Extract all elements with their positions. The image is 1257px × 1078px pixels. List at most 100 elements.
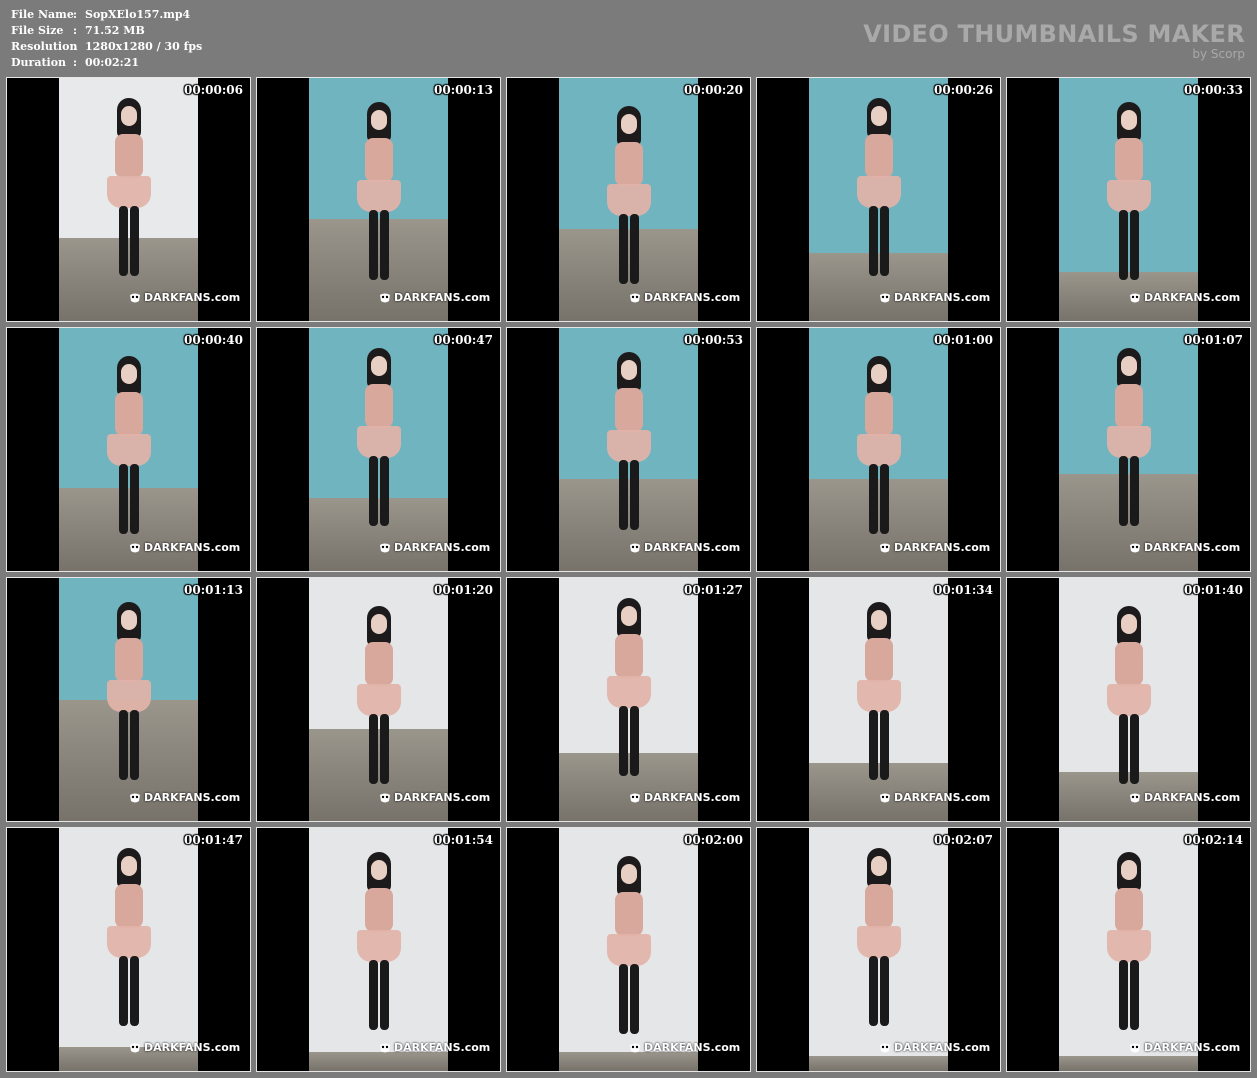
figure-boot	[879, 710, 889, 780]
thumbnail-timestamp: 00:00:06	[184, 83, 243, 97]
video-thumbnail[interactable]: 00:01:54 DARKFANS.com	[256, 827, 501, 1072]
video-thumbnail[interactable]: 00:01:34 DARKFANS.com	[756, 577, 1001, 822]
mask-icon	[130, 793, 140, 802]
figure-skirt	[1106, 180, 1151, 212]
figure-skirt	[1106, 684, 1151, 716]
watermark-text: DARKFANS.com	[144, 791, 241, 804]
figure-torso	[864, 638, 893, 682]
info-value: SopXElo157.mp4	[85, 8, 191, 21]
mask-icon	[630, 543, 640, 552]
figure-skirt	[356, 426, 401, 458]
person-figure	[849, 602, 909, 792]
figure-skirt	[1106, 426, 1151, 458]
mask-icon	[380, 1043, 390, 1052]
figure-face	[620, 114, 637, 134]
person-figure	[349, 606, 409, 796]
watermark-text: DARKFANS.com	[644, 791, 741, 804]
figure-boot	[1129, 960, 1139, 1030]
figure-skirt	[1106, 930, 1151, 962]
person-figure	[599, 352, 659, 542]
person-figure	[849, 848, 909, 1038]
watermark: DARKFANS.com	[129, 291, 240, 304]
figure-skirt	[606, 430, 651, 462]
watermark-text: DARKFANS.com	[894, 541, 991, 554]
video-thumbnail[interactable]: 00:02:00 DARKFANS.com	[506, 827, 751, 1072]
video-thumbnail[interactable]: 00:01:00 DARKFANS.com	[756, 327, 1001, 572]
thumbnail-timestamp: 00:00:13	[434, 83, 493, 97]
figure-torso	[114, 392, 143, 436]
figure-face	[370, 614, 387, 634]
person-figure	[99, 602, 159, 792]
mask-icon	[1130, 1043, 1140, 1052]
thumbnail-grid: 00:00:06 DARKFANS.com 00:00:13 DARKFANS.com…	[6, 77, 1251, 1072]
figure-boot	[1118, 960, 1128, 1030]
video-thumbnail[interactable]: 00:02:14 DARKFANS.com	[1006, 827, 1251, 1072]
info-value: 71.52 MB	[85, 24, 145, 37]
figure-face	[1120, 110, 1137, 130]
watermark: DARKFANS.com	[379, 541, 490, 554]
figure-face	[1120, 356, 1137, 376]
person-figure	[349, 852, 409, 1042]
person-figure	[849, 98, 909, 288]
video-thumbnail[interactable]: 00:01:13 DARKFANS.com	[6, 577, 251, 822]
info-separator: :	[73, 24, 78, 37]
scene-ground	[309, 1051, 448, 1071]
person-figure	[599, 106, 659, 296]
person-figure	[849, 356, 909, 546]
figure-boot	[129, 956, 139, 1026]
watermark-text: DARKFANS.com	[144, 541, 241, 554]
video-thumbnail[interactable]: 00:00:26 DARKFANS.com	[756, 77, 1001, 322]
mask-icon	[1130, 543, 1140, 552]
figure-face	[870, 856, 887, 876]
video-thumbnail[interactable]: 00:01:27 DARKFANS.com	[506, 577, 751, 822]
thumbnail-frame	[559, 578, 698, 821]
figure-boot	[379, 960, 389, 1030]
video-thumbnail[interactable]: 00:01:07 DARKFANS.com	[1006, 327, 1251, 572]
figure-face	[120, 364, 137, 384]
info-separator: :	[73, 40, 78, 53]
video-thumbnail[interactable]: 00:00:06 DARKFANS.com	[6, 77, 251, 322]
figure-boot	[379, 456, 389, 526]
figure-torso	[1114, 138, 1143, 182]
mask-icon	[380, 793, 390, 802]
figure-skirt	[106, 926, 151, 958]
watermark: DARKFANS.com	[1129, 291, 1240, 304]
video-thumbnail[interactable]: 00:02:07 DARKFANS.com	[756, 827, 1001, 1072]
watermark-text: DARKFANS.com	[144, 291, 241, 304]
figure-boot	[868, 464, 878, 534]
person-figure	[1099, 348, 1159, 538]
figure-boot	[618, 964, 628, 1034]
video-thumbnail[interactable]: 00:00:33 DARKFANS.com	[1006, 77, 1251, 322]
person-figure	[1099, 606, 1159, 796]
video-thumbnail[interactable]: 00:01:20 DARKFANS.com	[256, 577, 501, 822]
video-thumbnail[interactable]: 00:00:13 DARKFANS.com	[256, 77, 501, 322]
video-thumbnail[interactable]: 00:00:40 DARKFANS.com	[6, 327, 251, 572]
video-thumbnail[interactable]: 00:00:53 DARKFANS.com	[506, 327, 751, 572]
figure-boot	[629, 214, 639, 284]
thumbnail-frame	[309, 328, 448, 571]
video-thumbnail[interactable]: 00:01:47 DARKFANS.com	[6, 827, 251, 1072]
figure-face	[120, 106, 137, 126]
watermark: DARKFANS.com	[129, 1041, 240, 1054]
figure-boot	[129, 206, 139, 276]
figure-skirt	[606, 934, 651, 966]
figure-torso	[1114, 642, 1143, 686]
video-thumbnail[interactable]: 00:00:20 DARKFANS.com	[506, 77, 751, 322]
figure-skirt	[856, 926, 901, 958]
mask-icon	[1130, 793, 1140, 802]
thumbnail-frame	[1059, 578, 1198, 821]
video-thumbnail[interactable]: 00:00:47 DARKFANS.com	[256, 327, 501, 572]
watermark-text: DARKFANS.com	[1144, 791, 1241, 804]
figure-face	[870, 106, 887, 126]
mask-icon	[880, 1043, 890, 1052]
figure-face	[370, 356, 387, 376]
watermark-text: DARKFANS.com	[1144, 541, 1241, 554]
figure-boot	[1129, 210, 1139, 280]
scene-ground	[1059, 1056, 1198, 1071]
person-figure	[99, 356, 159, 546]
figure-torso	[614, 892, 643, 936]
video-thumbnail[interactable]: 00:01:40 DARKFANS.com	[1006, 577, 1251, 822]
watermark-text: DARKFANS.com	[394, 541, 491, 554]
watermark-text: DARKFANS.com	[644, 541, 741, 554]
mask-icon	[380, 293, 390, 302]
